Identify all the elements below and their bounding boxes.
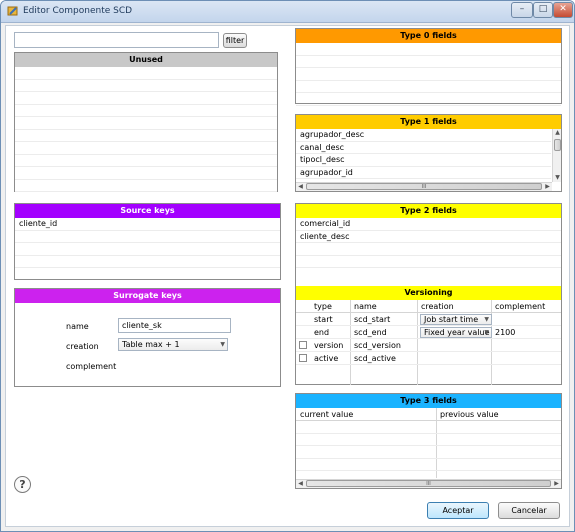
type3-horizontal-scrollbar[interactable]: ◀ III ▶ <box>296 479 561 488</box>
name-label: name <box>66 322 89 331</box>
list-item[interactable]: canal_desc <box>296 142 551 154</box>
type1-vertical-scrollbar[interactable]: ▲ ▼ <box>552 129 561 182</box>
col-header-complement: complement <box>495 302 546 311</box>
version-checkbox[interactable] <box>299 341 307 349</box>
table-row[interactable]: version scd_version <box>296 339 561 352</box>
app-icon <box>7 6 18 16</box>
versioning-table: type name creation complement start scd_… <box>296 300 561 385</box>
scroll-up-icon[interactable]: ▲ <box>553 129 562 137</box>
type2-list[interactable]: comercial_id cliente_desc <box>296 218 561 268</box>
col-header-previous-value: previous value <box>440 410 499 419</box>
creation-select[interactable]: Table max + 1 ▼ <box>118 338 228 351</box>
list-item[interactable]: tipocl_desc <box>296 154 551 167</box>
close-button[interactable]: ✕ <box>553 2 573 18</box>
chevron-down-icon: ▼ <box>484 329 489 336</box>
scroll-thumb-horizontal[interactable]: III <box>306 183 542 190</box>
table-row[interactable]: active scd_active <box>296 352 561 365</box>
filter-input[interactable] <box>14 32 219 48</box>
versioning-header: Versioning <box>296 286 561 300</box>
help-icon[interactable]: ? <box>14 476 31 493</box>
col-header-current-value: current value <box>300 410 354 419</box>
list-item[interactable]: comercial_id <box>296 218 561 231</box>
creation-select-value: Table max + 1 <box>122 340 180 349</box>
scroll-left-icon[interactable]: ◀ <box>296 480 305 488</box>
type3-header-row: current value previous value <box>296 408 561 421</box>
source-keys-header: Source keys <box>15 204 280 218</box>
source-keys-list[interactable]: cliente_id <box>15 218 280 268</box>
accept-button[interactable]: Aceptar <box>427 502 489 519</box>
list-item[interactable]: cliente_desc <box>296 231 561 243</box>
editor-window: Editor Componente SCD – □ ✕ filter Unuse… <box>0 0 575 532</box>
complement-label: complement <box>66 362 117 371</box>
type3-list[interactable] <box>296 421 561 471</box>
source-keys-panel: Source keys cliente_id <box>14 203 281 280</box>
list-item[interactable]: agrupador_id <box>296 167 551 179</box>
type1-horizontal-scrollbar[interactable]: ◀ III ▶ <box>296 182 552 191</box>
surrogate-keys-header: Surrogate keys <box>15 289 280 303</box>
surrogate-keys-panel: Surrogate keys name creation Table max +… <box>14 288 281 387</box>
maximize-button[interactable]: □ <box>533 2 553 18</box>
active-checkbox[interactable] <box>299 354 307 362</box>
type3-panel: Type 3 fields current value previous val… <box>295 393 562 489</box>
table-row[interactable]: start scd_start Job start time ▼ <box>296 313 561 326</box>
type2-header: Type 2 fields <box>296 204 561 218</box>
end-complement-value[interactable]: 2100 <box>495 328 515 337</box>
list-item[interactable]: agrupador_desc <box>296 129 551 142</box>
type2-panel: Type 2 fields comercial_id cliente_desc … <box>295 203 562 385</box>
scroll-thumb[interactable] <box>554 139 561 151</box>
type3-header: Type 3 fields <box>296 394 561 408</box>
unused-list[interactable] <box>15 67 277 192</box>
title-bar[interactable]: Editor Componente SCD – □ ✕ <box>1 1 574 23</box>
type1-list[interactable]: agrupador_desc canal_desc tipocl_desc ag… <box>296 129 551 179</box>
list-item[interactable]: cliente_id <box>15 218 280 231</box>
col-header-name: name <box>354 302 377 311</box>
start-creation-select[interactable]: Job start time ▼ <box>420 314 492 325</box>
end-creation-select[interactable]: Fixed year value ▼ <box>420 327 492 338</box>
surrogate-name-input[interactable] <box>118 318 231 333</box>
unused-panel: Unused <box>14 52 278 192</box>
cancel-button[interactable]: Cancelar <box>498 502 560 519</box>
dialog-content: filter Unused Source keys cliente_id Sur… <box>5 25 570 527</box>
versioning-header-row: type name creation complement <box>296 300 561 313</box>
window-title: Editor Componente SCD <box>23 6 133 16</box>
type0-header: Type 0 fields <box>296 29 561 43</box>
type1-panel: Type 1 fields agrupador_desc canal_desc … <box>295 114 562 192</box>
unused-header: Unused <box>15 53 277 67</box>
filter-button[interactable]: filter <box>223 33 247 48</box>
chevron-down-icon: ▼ <box>484 316 489 323</box>
type0-panel: Type 0 fields <box>295 28 562 106</box>
scroll-left-icon[interactable]: ◀ <box>296 183 305 191</box>
scroll-down-icon[interactable]: ▼ <box>553 174 562 182</box>
minimize-button[interactable]: – <box>511 2 533 18</box>
scroll-right-icon[interactable]: ▶ <box>543 183 552 191</box>
scroll-thumb-horizontal[interactable]: III <box>306 480 551 487</box>
col-header-creation: creation <box>421 302 454 311</box>
col-header-type: type <box>314 302 332 311</box>
chevron-down-icon: ▼ <box>220 341 225 348</box>
type0-list[interactable] <box>296 43 561 106</box>
type1-header: Type 1 fields <box>296 115 561 129</box>
table-row[interactable]: end scd_end Fixed year value ▼ 2100 <box>296 326 561 339</box>
creation-label: creation <box>66 342 99 351</box>
scroll-right-icon[interactable]: ▶ <box>552 480 561 488</box>
